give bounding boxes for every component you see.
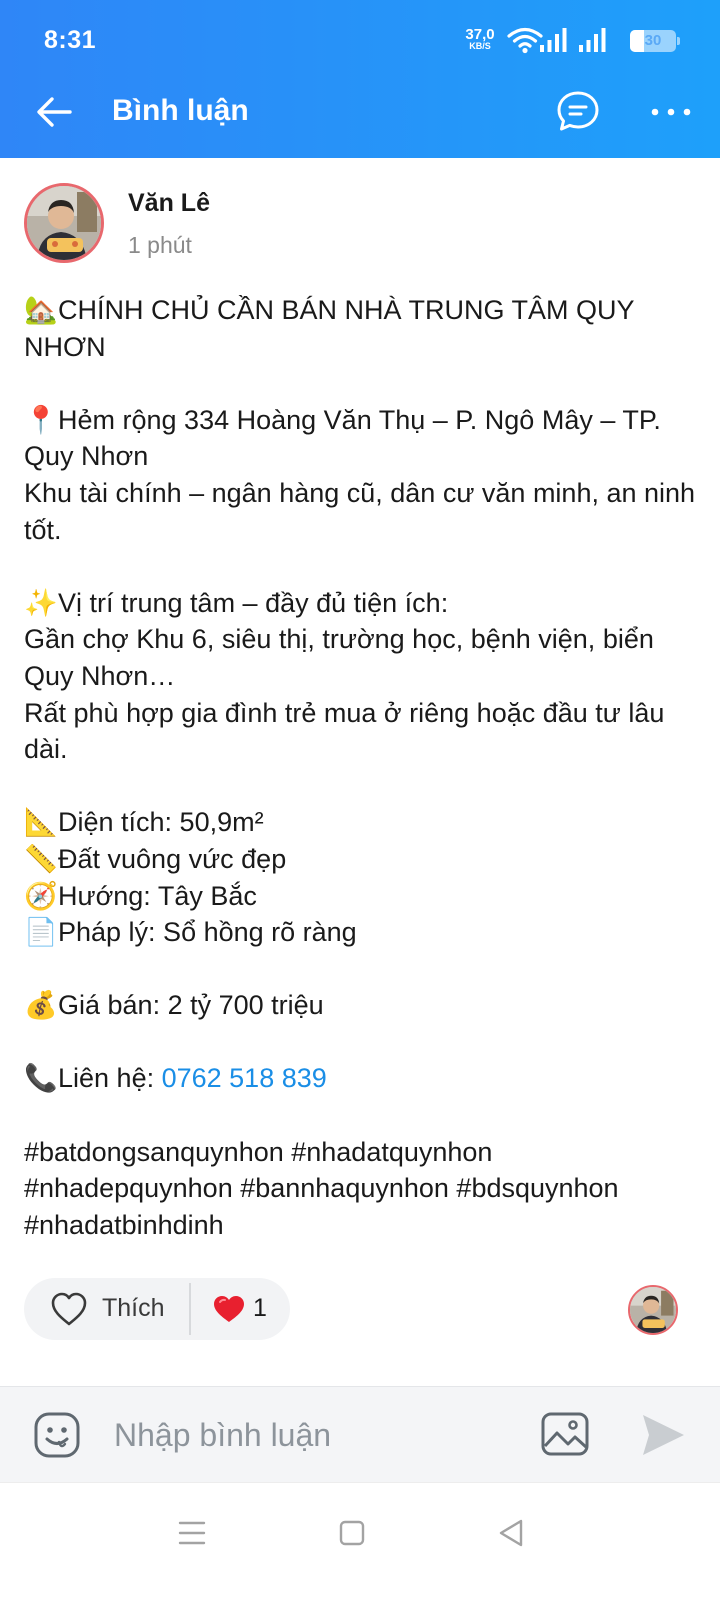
- comment-input[interactable]: [100, 1407, 520, 1463]
- image-icon: [541, 1412, 589, 1456]
- emoji-button[interactable]: [33, 1411, 81, 1459]
- post-content: 🏡CHÍNH CHỦ CẦN BÁN NHÀ TRUNG TÂM QUY NHƠ…: [24, 292, 704, 1243]
- back-button[interactable]: [30, 88, 78, 136]
- reactor-avatar-photo: [630, 1287, 676, 1333]
- reactor-avatar[interactable]: [628, 1285, 678, 1335]
- smiley-sticker-icon: [34, 1412, 80, 1458]
- chat-button[interactable]: [553, 87, 603, 137]
- battery-icon: 30: [630, 30, 680, 52]
- post-suitable: Rất phù hợp gia đình trẻ mua ở riêng hoặ…: [24, 697, 665, 765]
- menu-icon: [178, 1521, 206, 1545]
- post-nearby: Gần chợ Khu 6, siêu thị, trường học, bện…: [24, 624, 654, 691]
- post-size: 📐Diện tích: 50,9m²: [24, 804, 704, 841]
- author-avatar[interactable]: [24, 183, 104, 263]
- comment-bar: [0, 1386, 720, 1482]
- network-speed-value: 37,0: [465, 26, 495, 43]
- home-button[interactable]: [330, 1511, 374, 1555]
- triangle-ruler-emoji: 📐: [24, 807, 58, 838]
- compass-emoji: 🧭: [24, 880, 58, 911]
- battery-level: 30: [644, 32, 662, 49]
- send-icon: [643, 1415, 684, 1455]
- post-hashtags[interactable]: #batdongsanquynhon #nhadatquynhon #nhade…: [24, 1134, 704, 1244]
- post-contact: 📞Liên hệ: 0762 518 839: [24, 1060, 704, 1097]
- heart-red-icon: [214, 1296, 244, 1322]
- image-button[interactable]: [540, 1411, 590, 1457]
- document-emoji: 📄: [24, 917, 58, 948]
- post-time: 1 phút: [128, 232, 192, 258]
- sparkles-emoji: ✨: [24, 587, 58, 618]
- page-title: Bình luận: [112, 94, 249, 127]
- avatar-photo: [27, 186, 101, 260]
- pin-emoji: 📍: [24, 404, 58, 435]
- wifi-icon: [507, 27, 543, 54]
- triangle-back-icon: [499, 1519, 523, 1547]
- post-headline: 🏡CHÍNH CHỦ CẦN BÁN NHÀ TRUNG TÂM QUY NHƠ…: [24, 292, 704, 365]
- post-location: ✨Vị trí trung tâm – đầy đủ tiện ích:: [24, 585, 704, 622]
- post-area-desc: Khu tài chính – ngân hàng cũ, dân cư văn…: [24, 477, 696, 545]
- signal-1-icon: [540, 28, 567, 52]
- post-direction: 🧭Hướng: Tây Bắc: [24, 878, 704, 915]
- network-speed: 37,0 KB/S: [460, 27, 500, 51]
- heart-outline-icon: [51, 1292, 87, 1326]
- more-button[interactable]: [645, 87, 697, 137]
- menu-button[interactable]: [170, 1511, 214, 1555]
- nav-bar: Bình luận: [0, 80, 720, 158]
- chat-bubble-icon: [557, 91, 599, 131]
- like-label: Thích: [102, 1294, 165, 1322]
- more-horizontal-icon: [651, 108, 691, 116]
- network-speed-unit: KB/S: [469, 41, 491, 51]
- send-button[interactable]: [640, 1412, 686, 1458]
- like-button[interactable]: Thích: [24, 1278, 190, 1340]
- ruler-emoji: 📏: [24, 843, 58, 874]
- app-header: 8:31 37,0 KB/S 30 Bình luận: [0, 0, 720, 158]
- phone-link[interactable]: 0762 518 839: [162, 1063, 327, 1093]
- reaction-bar: Thích 1: [24, 1278, 290, 1340]
- status-time: 8:31: [44, 26, 97, 54]
- post-legal: 📄Pháp lý: Sổ hồng rõ ràng: [24, 914, 704, 951]
- house-emoji: 🏡: [24, 295, 58, 325]
- home-square-icon: [339, 1520, 365, 1546]
- money-bag-emoji: 💰: [24, 990, 58, 1021]
- reaction-count-button[interactable]: 1: [191, 1278, 290, 1340]
- post-shape: 📏Đất vuông vức đẹp: [24, 841, 704, 878]
- author-name[interactable]: Văn Lê: [128, 189, 210, 218]
- reaction-count: 1: [253, 1294, 267, 1322]
- phone-emoji: 📞: [24, 1063, 58, 1094]
- post-address: 📍Hẻm rộng 334 Hoàng Văn Thụ – P. Ngô Mây…: [24, 402, 704, 475]
- post-price: 💰Giá bán: 2 tỷ 700 triệu: [24, 987, 704, 1024]
- arrow-left-icon: [37, 97, 72, 127]
- system-back-button[interactable]: [490, 1511, 534, 1555]
- signal-2-icon: [579, 28, 606, 52]
- system-nav-bar: [0, 1482, 720, 1604]
- status-bar: 8:31 37,0 KB/S 30: [0, 0, 720, 80]
